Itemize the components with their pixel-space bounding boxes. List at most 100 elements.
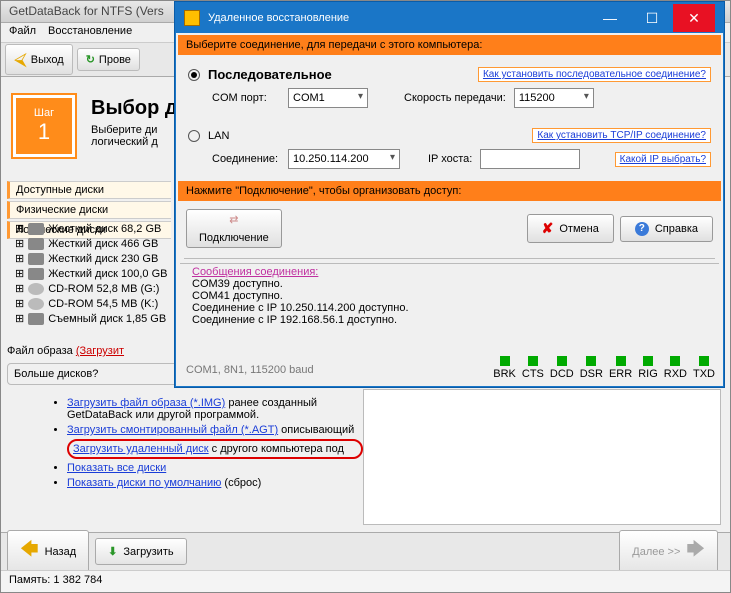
menu-recover[interactable]: Восстановление [48,25,132,40]
connection-combo[interactable]: 10.250.114.200 [288,149,400,169]
connect-button[interactable]: ⇄ Подключение [186,209,282,248]
l: Далее >> [632,546,680,558]
hdd-icon [28,268,44,280]
cancel-button[interactable]: ✘ Отмена [527,214,614,243]
serial-label: Последовательное [208,67,332,82]
file-lbl: Файл образа [7,345,76,357]
serial-radio[interactable] [188,69,200,81]
l: Справка [655,223,698,235]
back-button[interactable]: 🡄 Назад [7,530,89,574]
messages: Сообщения соединения: COM39 доступно. CO… [180,263,719,328]
help-button[interactable]: ? Справка [620,216,713,242]
msg-line: Соединение с IP 10.250.114.200 доступно. [192,302,707,314]
list-item: Показать диски по умолчанию (сброс) [67,477,363,489]
next-button[interactable]: Далее >>🡆 [619,530,718,574]
list-item: Показать все диски [67,462,363,474]
bottom-bar: 🡄Назад ⬇Загрузить Далее >>🡆 [1,532,730,570]
load-image-link[interactable]: Загрузить файл образа (*.IMG) [67,397,225,409]
lan-radio[interactable] [188,130,200,142]
baud-status: COM1, 8N1, 115200 baud [186,364,314,376]
disk-label: Съемный диск 1,85 GB [48,313,166,325]
arrow-left-icon: 🡄 [20,537,39,567]
speed-combo[interactable]: 115200 [514,88,594,108]
separator [184,258,715,259]
speed-label: Скорость передачи: [404,92,506,104]
file-link[interactable]: (Загрузит [76,345,124,357]
disk-label: Жесткий диск 68,2 GB [48,223,161,235]
disk-label: CD-ROM 52,8 MB (G:) [48,283,159,295]
disk-label: Жесткий диск 466 GB [48,238,158,250]
disk-label: Жесткий диск 100,0 GB [48,268,167,280]
statusbar: Память: 1 382 784 [1,570,730,592]
led-rxd: RXD [664,356,687,380]
x-icon: ✘ [542,220,554,237]
t: (сброс) [221,477,261,489]
exit-button[interactable]: ⮘ Выход [5,44,73,75]
page-sub1: Выберите ди [91,124,157,136]
t: описывающий [278,424,354,436]
led-indicators: BRK CTS DCD DSR ERR RIG RXD TXD [493,356,715,380]
l: Загрузить [123,546,173,558]
connect-icon: ⇄ [229,213,238,226]
serial-hint-link[interactable]: Как установить последовательное соединен… [478,67,711,82]
led-txd: TXD [693,356,715,380]
more-links: Загрузить файл образа (*.IMG) ранее созд… [7,394,363,492]
hdd-icon [28,238,44,250]
section-header-press: Нажмите "Подключение", чтобы организоват… [178,181,721,201]
dialog-titlebar[interactable]: Удаленное восстановление — ☐ ✕ [176,3,723,33]
preview-pane [363,389,721,525]
exit-label: Выход [31,54,64,66]
host-input[interactable] [480,149,580,169]
usb-icon [28,313,44,325]
hdd-icon [28,223,44,235]
conn-label: Соединение: [212,153,280,165]
com-port-combo[interactable]: COM1 [288,88,368,108]
msg-line: Соединение с IP 192.168.56.1 доступно. [192,314,707,326]
host-label: IP хоста: [428,153,472,165]
cd-icon [28,298,44,310]
tab-physical[interactable]: Физические диски [7,201,171,219]
page-header: Выбор д Выберите дилогический д [91,97,178,148]
exit-icon: ⮘ [14,49,27,70]
led-brk: BRK [493,356,516,380]
com-label: COM порт: [212,92,280,104]
tab-available[interactable]: Доступные диски [7,181,171,199]
help-icon: ? [635,222,649,236]
page-title: Выбор д [91,97,178,120]
list-item: Загрузить удаленный диск с другого компь… [67,439,363,459]
step-label: Шаг [34,107,54,119]
refresh-icon: ↻ [86,53,95,66]
lan-label: LAN [208,130,229,142]
msg-line: COM39 доступно. [192,278,707,290]
lan-section: LAN Как установить TCP/IP соединение? Со… [176,118,723,179]
check-label: Прове [99,54,131,66]
load-mounted-link[interactable]: Загрузить смонтированный файл (*.AGT) [67,424,278,436]
minimize-button[interactable]: — [589,4,631,32]
disk-label: Жесткий диск 230 GB [48,253,158,265]
led-cts: CTS [522,356,544,380]
l: Назад [45,546,77,558]
l: Отмена [559,223,598,235]
messages-header: Сообщения соединения: [192,266,707,278]
disk-label: CD-ROM 54,5 MB (K:) [48,298,158,310]
maximize-button[interactable]: ☐ [631,4,673,32]
menu-file[interactable]: Файл [9,25,36,40]
led-err: ERR [609,356,632,380]
close-button[interactable]: ✕ [673,4,715,32]
t: с другого компьютера под [209,443,344,455]
load-button[interactable]: ⬇Загрузить [95,538,186,565]
lan-hint-link[interactable]: Как установить TCP/IP соединение? [532,128,711,143]
load-remote-link[interactable]: Загрузить удаленный диск [73,443,209,455]
remote-dialog: Удаленное восстановление — ☐ ✕ Выберите … [175,2,724,387]
dialog-title: Удаленное восстановление [208,12,349,24]
show-default-link[interactable]: Показать диски по умолчанию [67,477,221,489]
file-image-line: Файл образа (Загрузит [7,345,124,357]
page-sub2: логический д [91,136,158,148]
section-header-select: Выберите соединение, для передачи с этог… [178,35,721,55]
check-button[interactable]: ↻ Прове [77,48,140,71]
led-rig: RIG [638,356,658,380]
list-item: Загрузить смонтированный файл (*.AGT) оп… [67,424,363,436]
ip-hint-link[interactable]: Какой IP выбрать? [615,152,711,167]
show-all-link[interactable]: Показать все диски [67,462,166,474]
hdd-icon [28,253,44,265]
